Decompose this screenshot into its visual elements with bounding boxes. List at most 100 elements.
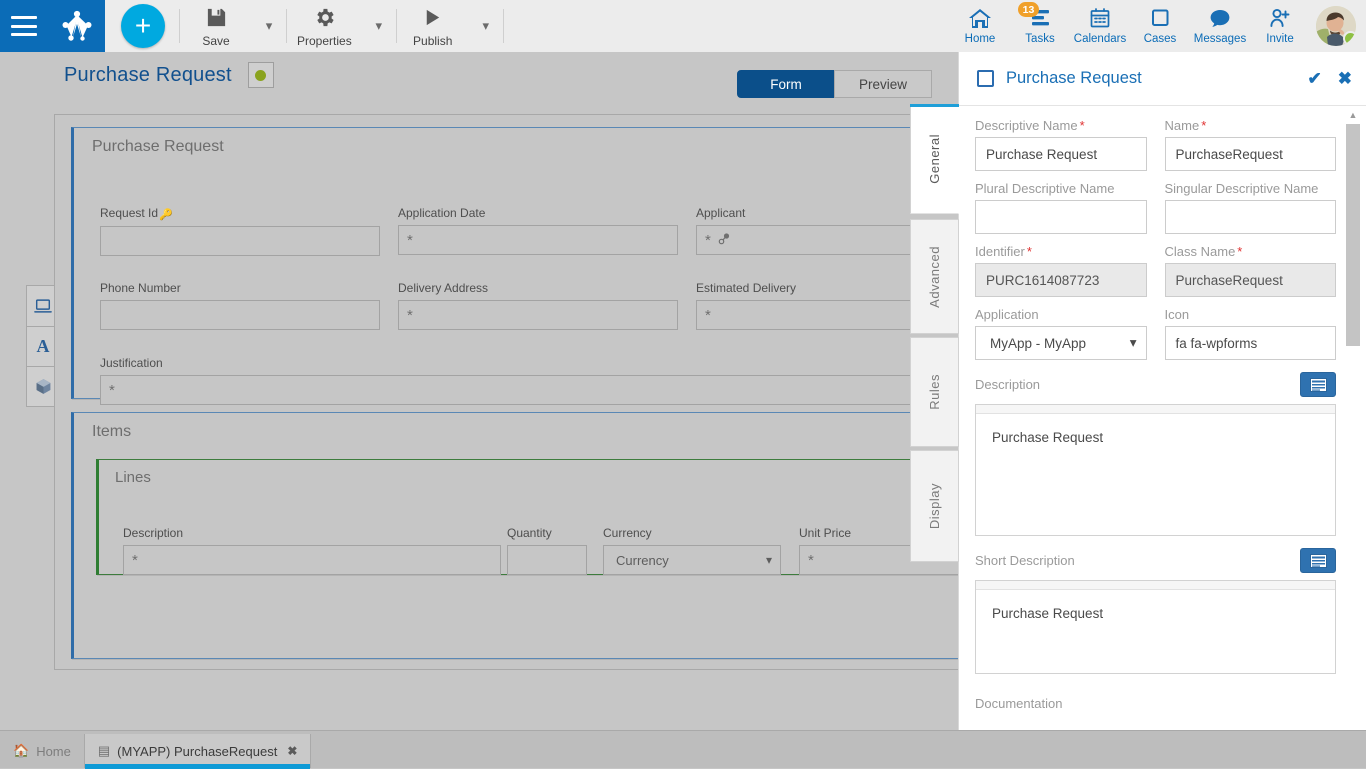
field-application-label: Application xyxy=(975,307,1147,322)
field-request-id-input[interactable] xyxy=(100,226,380,256)
field-application-select[interactable]: MyApp - MyApp ▾ xyxy=(975,326,1147,360)
bizagi-crown-logo[interactable] xyxy=(60,10,94,42)
field-icon-input[interactable]: fa fa-wpforms xyxy=(1165,326,1337,360)
confirm-button[interactable]: ✔ xyxy=(1308,69,1322,89)
field-identifier-label: Identifier* xyxy=(975,244,1147,259)
nav-messages[interactable]: Messages xyxy=(1190,0,1250,52)
chevron-down-icon: ▾ xyxy=(766,553,772,567)
taskbar-tab-home[interactable]: 🏠 Home xyxy=(0,734,85,768)
field-plural-descriptive-name-input[interactable] xyxy=(975,200,1147,234)
properties-button[interactable]: Properties xyxy=(287,0,362,52)
field-description-editor[interactable]: Purchase Request xyxy=(975,404,1336,536)
calendar-icon xyxy=(1088,7,1112,33)
field-name[interactable]: Name* PurchaseRequest xyxy=(1165,118,1337,171)
tab-preview[interactable]: Preview xyxy=(834,70,932,98)
field-phone-number[interactable]: Phone Number xyxy=(100,281,380,330)
page-title-row: Purchase Request xyxy=(64,62,274,88)
field-line-quantity-input[interactable] xyxy=(507,545,587,575)
field-icon[interactable]: Icon fa fa-wpforms xyxy=(1165,307,1337,360)
close-x-icon: ✖ xyxy=(1338,69,1352,88)
taskbar-tab-purchaserequest[interactable]: ▤ (MYAPP) PurchaseRequest ✖ xyxy=(85,734,312,768)
avatar[interactable] xyxy=(1316,6,1356,46)
field-name-input[interactable]: PurchaseRequest xyxy=(1165,137,1337,171)
required-asterisk-icon: * xyxy=(109,383,115,398)
add-button-label: + xyxy=(135,12,151,40)
field-line-currency-select[interactable]: Currency ▾ xyxy=(603,545,781,575)
required-asterisk-icon: * xyxy=(407,308,413,323)
play-triangle-icon xyxy=(421,6,444,33)
properties-dropdown-caret[interactable]: ▾ xyxy=(362,0,396,52)
save-dropdown-caret[interactable]: ▾ xyxy=(252,0,286,52)
floppy-save-icon xyxy=(205,6,228,33)
scrollbar-thumb[interactable] xyxy=(1346,124,1360,346)
field-line-description-input[interactable]: * xyxy=(123,545,501,575)
description-editor-button[interactable] xyxy=(1300,372,1336,397)
required-asterisk-icon: * xyxy=(1237,244,1242,259)
side-tab-display[interactable]: Display xyxy=(910,450,959,562)
field-class-name[interactable]: Class Name* PurchaseRequest xyxy=(1165,244,1337,297)
nav-invite[interactable]: Invite xyxy=(1250,0,1310,52)
field-application-date[interactable]: Application Date * xyxy=(398,206,678,255)
field-line-quantity[interactable]: Quantity xyxy=(507,526,587,575)
description-header: Description xyxy=(975,372,1336,397)
side-tab-general[interactable]: General xyxy=(910,104,959,214)
chevron-down-icon: ▾ xyxy=(375,18,382,34)
scroll-up-arrow-icon[interactable]: ▲ xyxy=(1346,108,1360,122)
status-badge[interactable] xyxy=(248,62,274,88)
field-short-description-editor[interactable]: Purchase Request xyxy=(975,580,1336,674)
field-request-id[interactable]: Request Id🔑 xyxy=(100,206,380,256)
gear-icon xyxy=(313,6,336,33)
nav-tasks[interactable]: 13 Tasks xyxy=(1010,0,1070,52)
field-identifier-input: PURC1614087723 xyxy=(975,263,1147,297)
square-cases-icon xyxy=(1148,7,1172,33)
nav-calendars[interactable]: Calendars xyxy=(1070,0,1130,52)
field-line-currency[interactable]: Currency Currency ▾ xyxy=(603,526,781,575)
field-singular-descriptive-name-input[interactable] xyxy=(1165,200,1337,234)
required-asterisk-icon: * xyxy=(1201,118,1206,133)
field-application-value: MyApp - MyApp xyxy=(990,336,1086,351)
field-short-description-value[interactable]: Purchase Request xyxy=(976,590,1335,621)
field-identifier[interactable]: Identifier* PURC1614087723 xyxy=(975,244,1147,297)
field-delivery-address[interactable]: Delivery Address * xyxy=(398,281,678,330)
field-delivery-address-input[interactable]: * xyxy=(398,300,678,330)
properties-scrollbar[interactable]: ▲ xyxy=(1346,106,1360,768)
field-plural-descriptive-name[interactable]: Plural Descriptive Name xyxy=(975,181,1147,234)
status-dot-icon xyxy=(255,70,266,81)
field-descriptive-name-input[interactable]: Purchase Request xyxy=(975,137,1147,171)
field-application-date-input[interactable]: * xyxy=(398,225,678,255)
field-phone-number-input[interactable] xyxy=(100,300,380,330)
short-description-editor-toolbar[interactable] xyxy=(976,581,1335,590)
key-icon: 🔑 xyxy=(159,209,173,221)
side-tab-rules[interactable]: Rules xyxy=(910,337,959,447)
side-tab-advanced-label: Advanced xyxy=(927,246,942,308)
properties-select-checkbox[interactable] xyxy=(977,70,994,87)
nav-cases[interactable]: Cases xyxy=(1130,0,1190,52)
field-singular-descriptive-name[interactable]: Singular Descriptive Name xyxy=(1165,181,1337,234)
online-status-dot xyxy=(1343,31,1356,46)
description-editor-toolbar[interactable] xyxy=(976,405,1335,414)
close-button[interactable]: ✖ xyxy=(1338,69,1352,89)
short-description-header: Short Description xyxy=(975,548,1336,573)
side-tab-rules-label: Rules xyxy=(927,374,942,410)
field-line-description[interactable]: Description * xyxy=(123,526,501,575)
close-x-icon[interactable]: ✖ xyxy=(287,744,297,758)
field-application[interactable]: Application MyApp - MyApp ▾ xyxy=(975,307,1147,360)
form-doc-icon: ▤ xyxy=(98,743,110,759)
publish-button[interactable]: Publish xyxy=(397,0,469,52)
nav-home[interactable]: Home xyxy=(950,0,1010,52)
side-tab-advanced[interactable]: Advanced xyxy=(910,219,959,334)
properties-panel-body[interactable]: Descriptive Name* Purchase Request Name*… xyxy=(959,106,1366,768)
hamburger-menu-icon[interactable] xyxy=(11,16,37,36)
save-button[interactable]: Save xyxy=(180,0,252,52)
required-asterisk-icon: * xyxy=(808,553,814,568)
short-description-editor-button[interactable] xyxy=(1300,548,1336,573)
field-descriptive-name[interactable]: Descriptive Name* Purchase Request xyxy=(975,118,1147,171)
top-toolbar: + Save ▾ Properties ▾ Publish xyxy=(0,0,1366,52)
required-asterisk-icon: * xyxy=(705,233,711,248)
field-singular-descriptive-name-label: Singular Descriptive Name xyxy=(1165,181,1337,196)
add-button[interactable]: + xyxy=(121,4,165,48)
tab-form[interactable]: Form xyxy=(737,70,835,98)
field-description-value[interactable]: Purchase Request xyxy=(976,414,1335,445)
taskbar-tab-purchaserequest-label: (MYAPP) PurchaseRequest xyxy=(117,744,277,759)
publish-dropdown-caret[interactable]: ▾ xyxy=(469,0,503,52)
